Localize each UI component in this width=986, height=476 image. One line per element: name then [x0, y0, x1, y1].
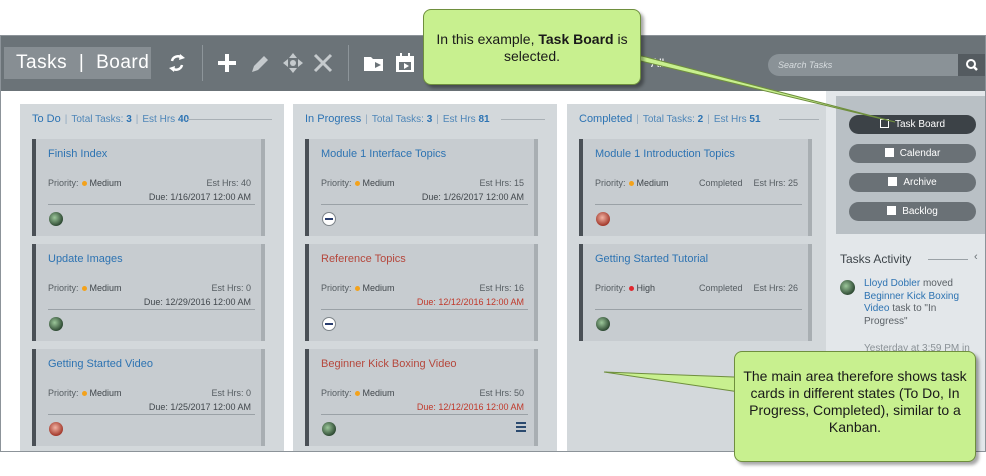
callout-top: In this example, Task Board is selected. [423, 9, 641, 85]
callout-bottom: The main area therefore shows task cards… [734, 351, 976, 462]
top-callout-pointer [619, 55, 896, 123]
